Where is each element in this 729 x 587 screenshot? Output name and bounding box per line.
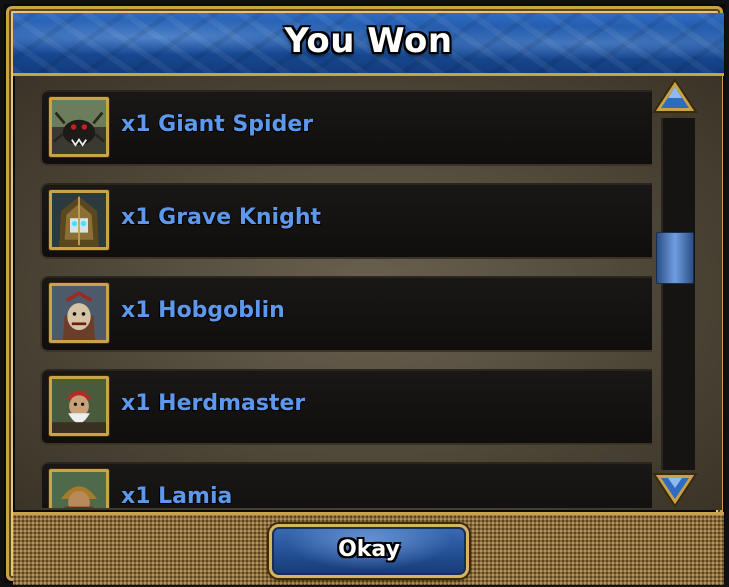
giant-spider-portrait [49,97,109,157]
reward-row: x1 Grave Knight [40,183,652,259]
reward-label: x1 Herdmaster [121,391,306,416]
reward-list[interactable]: x1 Giant Spider x1 Grave Knight x1 Hobgo… [40,90,652,508]
reward-row: x1 Herdmaster [40,369,652,445]
okay-button[interactable]: Okay [269,524,469,578]
triangle-down-icon [652,473,698,508]
reward-label: x1 Giant Spider [121,112,314,137]
lamia-portrait [49,469,109,508]
title-bar: You Won [13,13,724,76]
scrollbar[interactable] [651,76,699,510]
triangle-up-icon [652,78,698,113]
reward-list-panel: x1 Giant Spider x1 Grave Knight x1 Hobgo… [15,76,722,510]
reward-label: x1 Grave Knight [121,205,322,230]
reward-row: x1 Giant Spider [40,90,652,166]
reward-dialog: You Won x1 Giant Spider x1 Grave Knight … [0,0,729,587]
hobgoblin-portrait [49,283,109,343]
scroll-thumb[interactable] [656,232,694,284]
herdmaster-portrait [49,376,109,436]
footer-bar: Okay [13,512,724,585]
okay-button-label: Okay [338,537,400,562]
reward-row: x1 Lamia [40,462,652,508]
scroll-up-button[interactable] [652,78,698,116]
scroll-track[interactable] [661,118,695,470]
reward-label: x1 Lamia [121,484,233,508]
scroll-down-button[interactable] [652,470,698,508]
grave-knight-portrait [49,190,109,250]
reward-row: x1 Hobgoblin [40,276,652,352]
dialog-title: You Won [284,21,453,61]
reward-label: x1 Hobgoblin [121,298,285,323]
